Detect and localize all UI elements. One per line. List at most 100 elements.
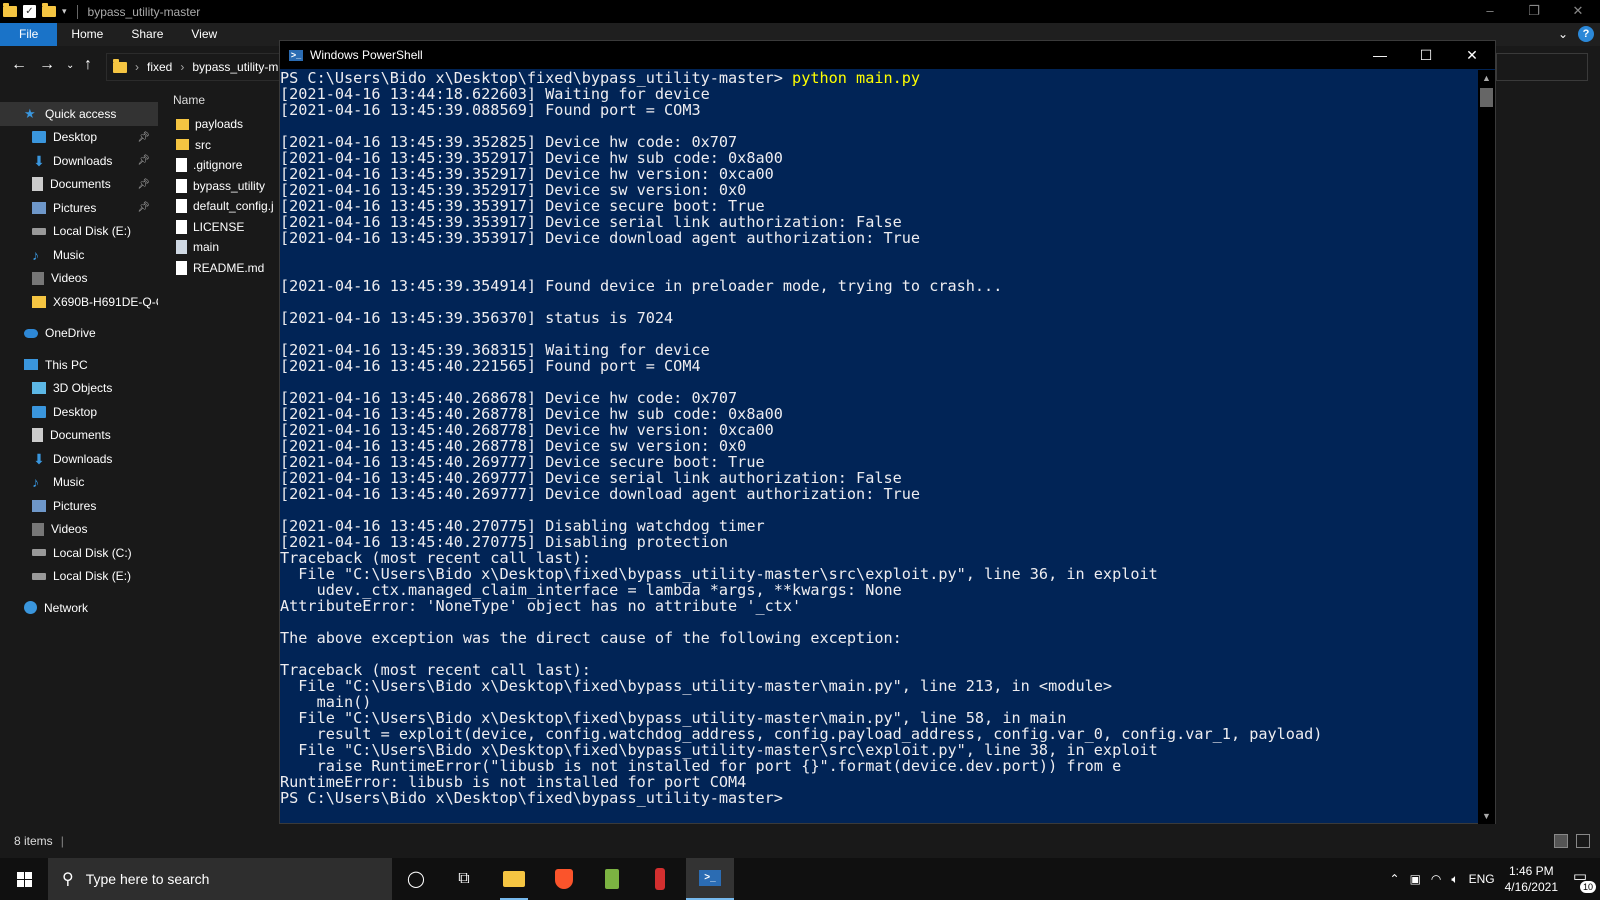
sidebar-item-local-disk-e[interactable]: Local Disk (E:) [0, 565, 158, 589]
console-output[interactable]: PS C:\Users\Bido x\Desktop\fixed\bypass_… [280, 70, 1478, 824]
minimize-button[interactable]: — [1357, 41, 1403, 69]
column-header-name[interactable]: Name [158, 86, 278, 114]
properties-icon[interactable]: ✓ [23, 5, 36, 18]
file-list-item[interactable]: payloads [158, 114, 278, 135]
scroll-down-icon[interactable]: ▼ [1478, 808, 1495, 824]
status-bar: 8 items | [0, 832, 1600, 850]
restore-button[interactable]: ❐ [1512, 0, 1556, 23]
sidebar-item-pictures[interactable]: Pictures [0, 494, 158, 518]
show-hidden-icons-icon[interactable]: ⌃ [1390, 872, 1400, 886]
close-button[interactable]: ✕ [1556, 0, 1600, 23]
file-list-item[interactable]: LICENSE [158, 217, 278, 238]
console-line: main() [280, 693, 372, 711]
sidebar-item-3d-objects[interactable]: 3D Objects [0, 377, 158, 401]
app-red-icon[interactable] [636, 858, 684, 900]
sidebar-item-videos[interactable]: Videos [0, 267, 158, 291]
sidebar-item-onedrive[interactable]: OneDrive [0, 322, 158, 346]
help-icon[interactable]: ? [1578, 26, 1594, 42]
sidebar-item-desktop[interactable]: Desktop [0, 400, 158, 424]
pictures-icon [32, 201, 46, 214]
task-view-icon[interactable]: ⧉ [440, 858, 488, 900]
new-folder-icon[interactable] [42, 3, 56, 17]
up-arrow-icon[interactable]: ↑ [84, 56, 92, 74]
forward-arrow-icon[interactable]: → [39, 56, 55, 74]
sidebar-item-local-disk-e[interactable]: Local Disk (E:) [0, 220, 158, 244]
meet-now-icon[interactable]: ▣ [1410, 872, 1421, 886]
taskbar-search-box[interactable]: ⚲ Type here to search [48, 858, 392, 900]
sidebar-item-pictures[interactable]: Pictures 📌︎ [0, 196, 158, 220]
language-indicator[interactable]: ENG [1469, 872, 1495, 886]
sidebar-item-documents[interactable]: Documents 📌︎ [0, 173, 158, 197]
sidebar-item-x690b-h691de-q-g[interactable]: X690B-H691DE-Q-G [0, 290, 158, 314]
details-view-icon[interactable] [1554, 834, 1568, 848]
console-line: RuntimeError: libusb is not installed fo… [280, 773, 747, 791]
sidebar-item-downloads[interactable]: ⬇ Downloads [0, 447, 158, 471]
sidebar-item-documents[interactable]: Documents [0, 424, 158, 448]
sidebar-item-local-disk-c[interactable]: Local Disk (C:) [0, 541, 158, 565]
sidebar-item-label: Desktop [53, 404, 98, 419]
view-toggles [1554, 834, 1590, 848]
prompt-line: PS C:\Users\Bido x\Desktop\fixed\bypass_… [280, 70, 1478, 86]
sidebar-item-music[interactable]: ♪ Music [0, 471, 158, 495]
music-icon: ♪ [32, 246, 39, 263]
volume-icon[interactable]: 🔈︎ [1451, 872, 1458, 887]
file-list-item[interactable]: src [158, 135, 278, 156]
file-name: .gitignore [193, 158, 243, 173]
taskbar: ⚲ Type here to search ◯ ⧉ >_ ⌃ ▣ ◠ 🔈︎ EN… [0, 858, 1600, 900]
file-list-item[interactable]: default_config.j [158, 196, 278, 217]
breadcrumb-item[interactable]: bypass_utility-m [192, 60, 278, 74]
tab-view[interactable]: View [177, 23, 231, 46]
sidebar-item-videos[interactable]: Videos [0, 518, 158, 542]
start-button[interactable] [0, 858, 48, 900]
customize-toolbar-icon[interactable]: ▾ [62, 6, 67, 17]
file-explorer-icon[interactable] [490, 858, 538, 900]
vertical-scrollbar[interactable]: ▲ ▼ [1478, 70, 1495, 824]
file-icon [176, 199, 187, 214]
scroll-up-icon[interactable]: ▲ [1478, 70, 1495, 86]
tab-share[interactable]: Share [117, 23, 177, 46]
breadcrumb-item[interactable]: fixed [147, 60, 172, 74]
expand-ribbon-icon[interactable]: ⌄ [1558, 27, 1568, 41]
close-button[interactable]: ✕ [1449, 41, 1495, 69]
cortana-icon[interactable]: ◯ [392, 858, 440, 900]
pin-icon: 📌︎ [137, 178, 150, 190]
powershell-taskbar-icon[interactable]: >_ [686, 858, 734, 900]
scroll-thumb[interactable] [1480, 88, 1493, 107]
file-list-item[interactable]: README.md [158, 258, 278, 279]
file-list-item[interactable]: bypass_utility [158, 176, 278, 197]
large-icons-view-icon[interactable] [1576, 834, 1590, 848]
console-line: [2021-04-16 13:45:40.268678] Device hw c… [280, 389, 738, 407]
sidebar-item-label: Music [53, 475, 85, 490]
wifi-icon[interactable]: ◠ [1431, 872, 1441, 886]
sidebar-item-music[interactable]: ♪ Music [0, 243, 158, 267]
search-placeholder: Type here to search [85, 871, 210, 887]
console-line: [2021-04-16 13:45:39.353917] Device secu… [280, 197, 765, 215]
tab-file[interactable]: File [0, 23, 58, 46]
tab-home[interactable]: Home [57, 23, 117, 46]
console-line: udev._ctx.managed_claim_interface = lamb… [280, 581, 902, 599]
sidebar-item-this-pc[interactable]: This PC [0, 353, 158, 377]
brave-icon[interactable] [540, 858, 588, 900]
sidebar-item-label: This PC [45, 357, 88, 372]
powershell-window: >_ Windows PowerShell — ☐ ✕ PS C:\Users\… [279, 40, 1496, 824]
sidebar-item-network[interactable]: Network [0, 596, 158, 620]
clock[interactable]: 1:46 PM 4/16/2021 [1505, 863, 1558, 895]
breadcrumb[interactable]: › fixed › bypass_utility-m [106, 53, 286, 81]
sidebar-item-downloads[interactable]: ⬇ Downloads 📌︎ [0, 149, 158, 173]
sidebar-item-quick-access[interactable]: ★ Quick access [0, 102, 158, 126]
recent-locations-icon[interactable]: ⌄ [66, 60, 74, 71]
search-input[interactable] [1496, 53, 1588, 81]
minimize-button[interactable]: – [1468, 0, 1512, 23]
back-arrow-icon[interactable]: ← [11, 56, 27, 74]
maximize-button[interactable]: ☐ [1403, 41, 1449, 69]
file-list-item[interactable]: main [158, 237, 278, 258]
app-green-icon[interactable] [588, 858, 636, 900]
notification-center-icon[interactable]: ▭ 10 [1568, 867, 1596, 893]
file-list-item[interactable]: .gitignore [158, 155, 278, 176]
sidebar-item-desktop[interactable]: Desktop 📌︎ [0, 126, 158, 150]
